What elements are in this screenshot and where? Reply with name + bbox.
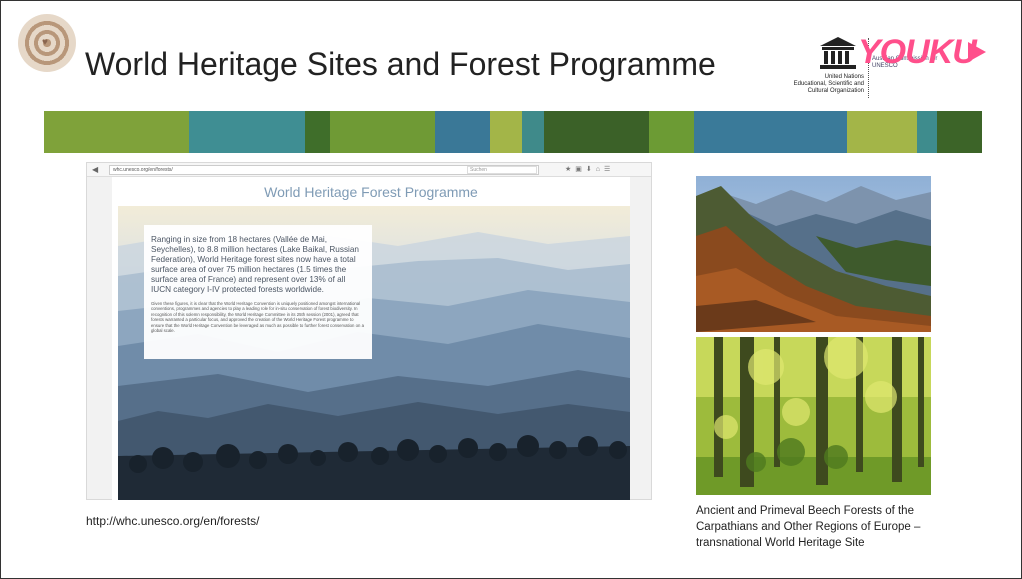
browser-screenshot: ◀ whc.unesco.org/en/forests/ Suchen ★▣⬇⌂… <box>86 162 652 501</box>
stripe-segment <box>490 111 522 153</box>
stripe-segment <box>189 111 305 153</box>
source-url: http://whc.unesco.org/en/forests/ <box>86 514 260 528</box>
stripe-segment <box>937 111 982 153</box>
webpage-body-text: Given these figures, it is clear that th… <box>151 301 364 334</box>
stripe-segment <box>694 111 847 153</box>
webpage-title: World Heritage Forest Programme <box>264 184 478 200</box>
stripe-segment <box>305 111 330 153</box>
browser-toolbar: ◀ whc.unesco.org/en/forests/ Suchen ★▣⬇⌂… <box>87 163 651 177</box>
unesco-org-name: United Nations Educational, Scientific a… <box>793 74 864 94</box>
stripe-segment <box>847 111 917 153</box>
heart-icon: ♥ <box>42 37 48 48</box>
stripe-segment <box>330 111 435 153</box>
stripe-segment <box>44 111 189 153</box>
back-icon: ◀ <box>92 165 99 174</box>
youku-play-icon <box>968 42 986 62</box>
youku-watermark: YOUKU <box>858 33 977 71</box>
unesco-temple-icon <box>820 37 856 69</box>
misty-forest-hero-image: Ranging in size from 18 hectares (Vallée… <box>118 206 630 500</box>
browser-search-box: Suchen <box>467 166 537 174</box>
slide-title: World Heritage Sites and Forest Programm… <box>85 46 716 82</box>
webpage-lead-text: Ranging in size from 18 hectares (Vallée… <box>151 235 359 294</box>
beech-forest-photo <box>696 337 931 495</box>
webpage: World Heritage Forest Programme Ranging … <box>112 177 630 501</box>
carpathian-mountain-photo <box>696 176 931 332</box>
stripe-segment <box>435 111 490 153</box>
stripe-segment <box>649 111 694 153</box>
photo-caption: Ancient and Primeval Beech Forests of th… <box>696 505 921 549</box>
webpage-text-panel: Ranging in size from 18 hectares (Vallée… <box>144 225 372 359</box>
browser-toolbar-icons: ★▣⬇⌂☰ <box>565 166 615 173</box>
stripe-segment <box>917 111 937 153</box>
stripe-segment <box>522 111 544 153</box>
color-stripe-banner <box>44 111 982 153</box>
presenter-logo: ♥ <box>18 14 76 72</box>
stripe-segment <box>544 111 649 153</box>
